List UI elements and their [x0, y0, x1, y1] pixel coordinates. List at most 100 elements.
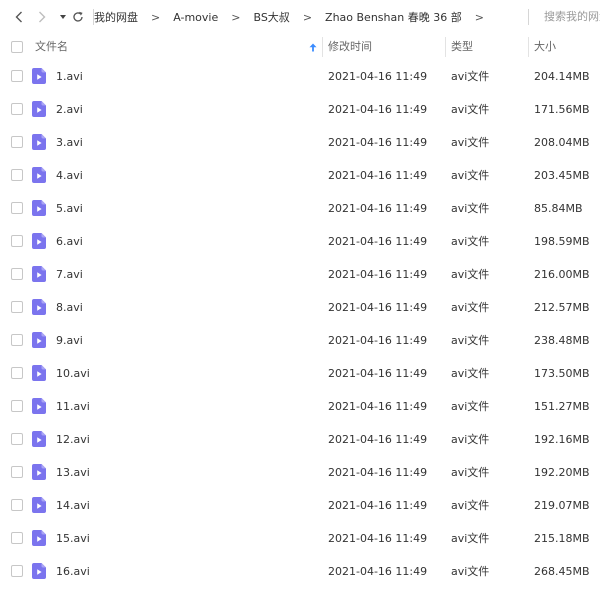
refresh-button[interactable]	[71, 9, 85, 25]
row-checkbox[interactable]	[11, 532, 23, 544]
file-name[interactable]: 10.avi	[56, 357, 90, 390]
video-file-icon	[32, 365, 46, 381]
table-row[interactable]: 7.avi 2021-04-16 11:49 avi文件 216.00MB	[0, 258, 600, 291]
file-size: 85.84MB	[534, 202, 583, 215]
chevron-right-icon	[39, 11, 46, 23]
row-checkbox[interactable]	[11, 565, 23, 577]
file-name[interactable]: 4.avi	[56, 159, 83, 192]
file-modified-time: 2021-04-16 11:49	[328, 169, 428, 182]
table-row[interactable]: 2.avi 2021-04-16 11:49 avi文件 171.56MB	[0, 93, 600, 126]
table-row[interactable]: 13.avi 2021-04-16 11:49 avi文件 192.20MB	[0, 456, 600, 489]
table-row[interactable]: 16.avi 2021-04-16 11:49 avi文件 268.45MB	[0, 555, 600, 588]
file-modified-time: 2021-04-16 11:49	[328, 136, 428, 149]
back-button[interactable]	[12, 9, 26, 25]
sort-up-arrow-icon[interactable]	[309, 43, 317, 52]
table-row[interactable]: 14.avi 2021-04-16 11:49 avi文件 219.07MB	[0, 489, 600, 522]
column-header-name[interactable]: 文件名	[35, 34, 68, 60]
row-checkbox[interactable]	[11, 499, 23, 511]
file-size: 208.04MB	[534, 136, 590, 149]
file-size: 268.45MB	[534, 565, 590, 578]
file-modified-time: 2021-04-16 11:49	[328, 532, 428, 545]
history-dropdown-button[interactable]	[56, 9, 70, 25]
caret-down-icon	[60, 15, 66, 19]
table-header: 文件名 修改时间 类型 大小	[0, 34, 600, 60]
column-header-size[interactable]: 大小	[534, 34, 556, 60]
row-checkbox[interactable]	[11, 301, 23, 313]
file-size: 238.48MB	[534, 334, 590, 347]
file-type: avi文件	[451, 268, 490, 281]
column-header-modified[interactable]: 修改时间	[328, 34, 372, 60]
file-name[interactable]: 1.avi	[56, 60, 83, 93]
video-file-icon	[32, 332, 46, 348]
column-divider[interactable]	[528, 37, 529, 57]
table-row[interactable]: 1.avi 2021-04-16 11:49 avi文件 204.14MB	[0, 60, 600, 93]
row-checkbox[interactable]	[11, 433, 23, 445]
file-name[interactable]: 14.avi	[56, 489, 90, 522]
breadcrumb-item-bs[interactable]: BS大叔	[253, 9, 289, 25]
file-type: avi文件	[451, 301, 490, 314]
breadcrumb-separator: >	[302, 10, 313, 24]
breadcrumb-item-a-movie[interactable]: A-movie	[173, 11, 218, 24]
file-name[interactable]: 8.avi	[56, 291, 83, 324]
table-row[interactable]: 6.avi 2021-04-16 11:49 avi文件 198.59MB	[0, 225, 600, 258]
row-checkbox[interactable]	[11, 136, 23, 148]
chevron-left-icon	[15, 11, 22, 23]
file-type: avi文件	[451, 202, 490, 215]
row-checkbox[interactable]	[11, 367, 23, 379]
forward-button[interactable]	[35, 9, 49, 25]
table-row[interactable]: 4.avi 2021-04-16 11:49 avi文件 203.45MB	[0, 159, 600, 192]
file-name[interactable]: 15.avi	[56, 522, 90, 555]
breadcrumb-item-root[interactable]: 我的网盘	[94, 9, 138, 25]
file-modified-time: 2021-04-16 11:49	[328, 202, 428, 215]
table-row[interactable]: 8.avi 2021-04-16 11:49 avi文件 212.57MB	[0, 291, 600, 324]
row-checkbox[interactable]	[11, 334, 23, 346]
file-size: 219.07MB	[534, 499, 590, 512]
row-checkbox[interactable]	[11, 235, 23, 247]
file-type: avi文件	[451, 466, 490, 479]
table-row[interactable]: 15.avi 2021-04-16 11:49 avi文件 215.18MB	[0, 522, 600, 555]
select-all-checkbox[interactable]	[11, 41, 23, 53]
row-checkbox[interactable]	[11, 268, 23, 280]
file-name[interactable]: 13.avi	[56, 456, 90, 489]
video-file-icon	[32, 266, 46, 282]
file-name[interactable]: 12.avi	[56, 423, 90, 456]
table-row[interactable]: 5.avi 2021-04-16 11:49 avi文件 85.84MB	[0, 192, 600, 225]
column-divider[interactable]	[322, 37, 323, 57]
file-name[interactable]: 2.avi	[56, 93, 83, 126]
row-checkbox[interactable]	[11, 169, 23, 181]
table-row[interactable]: 12.avi 2021-04-16 11:49 avi文件 192.16MB	[0, 423, 600, 456]
row-checkbox[interactable]	[11, 103, 23, 115]
row-checkbox[interactable]	[11, 466, 23, 478]
search-input[interactable]: 搜索我的网盘	[528, 9, 600, 25]
row-checkbox[interactable]	[11, 202, 23, 214]
refresh-icon	[73, 11, 83, 22]
file-name[interactable]: 3.avi	[56, 126, 83, 159]
file-name[interactable]: 5.avi	[56, 192, 83, 225]
file-modified-time: 2021-04-16 11:49	[328, 433, 428, 446]
file-modified-time: 2021-04-16 11:49	[328, 400, 428, 413]
file-modified-time: 2021-04-16 11:49	[328, 70, 428, 83]
table-row[interactable]: 9.avi 2021-04-16 11:49 avi文件 238.48MB	[0, 324, 600, 357]
file-type: avi文件	[451, 169, 490, 182]
file-type: avi文件	[451, 367, 490, 380]
file-name[interactable]: 7.avi	[56, 258, 83, 291]
breadcrumb-item-current[interactable]: Zhao Benshan 春晚 36 部	[325, 9, 462, 25]
video-file-icon	[32, 101, 46, 117]
file-name[interactable]: 11.avi	[56, 390, 90, 423]
row-checkbox[interactable]	[11, 400, 23, 412]
video-file-icon	[32, 563, 46, 579]
file-name[interactable]: 6.avi	[56, 225, 83, 258]
file-size: 198.59MB	[534, 235, 590, 248]
video-file-icon	[32, 68, 46, 84]
table-row[interactable]: 3.avi 2021-04-16 11:49 avi文件 208.04MB	[0, 126, 600, 159]
file-name[interactable]: 16.avi	[56, 555, 90, 588]
row-checkbox[interactable]	[11, 70, 23, 82]
table-row[interactable]: 11.avi 2021-04-16 11:49 avi文件 151.27MB	[0, 390, 600, 423]
video-file-icon	[32, 497, 46, 513]
file-type: avi文件	[451, 136, 490, 149]
file-name[interactable]: 9.avi	[56, 324, 83, 357]
file-type: avi文件	[451, 499, 490, 512]
column-header-type[interactable]: 类型	[451, 34, 473, 60]
column-divider[interactable]	[445, 37, 446, 57]
table-row[interactable]: 10.avi 2021-04-16 11:49 avi文件 173.50MB	[0, 357, 600, 390]
